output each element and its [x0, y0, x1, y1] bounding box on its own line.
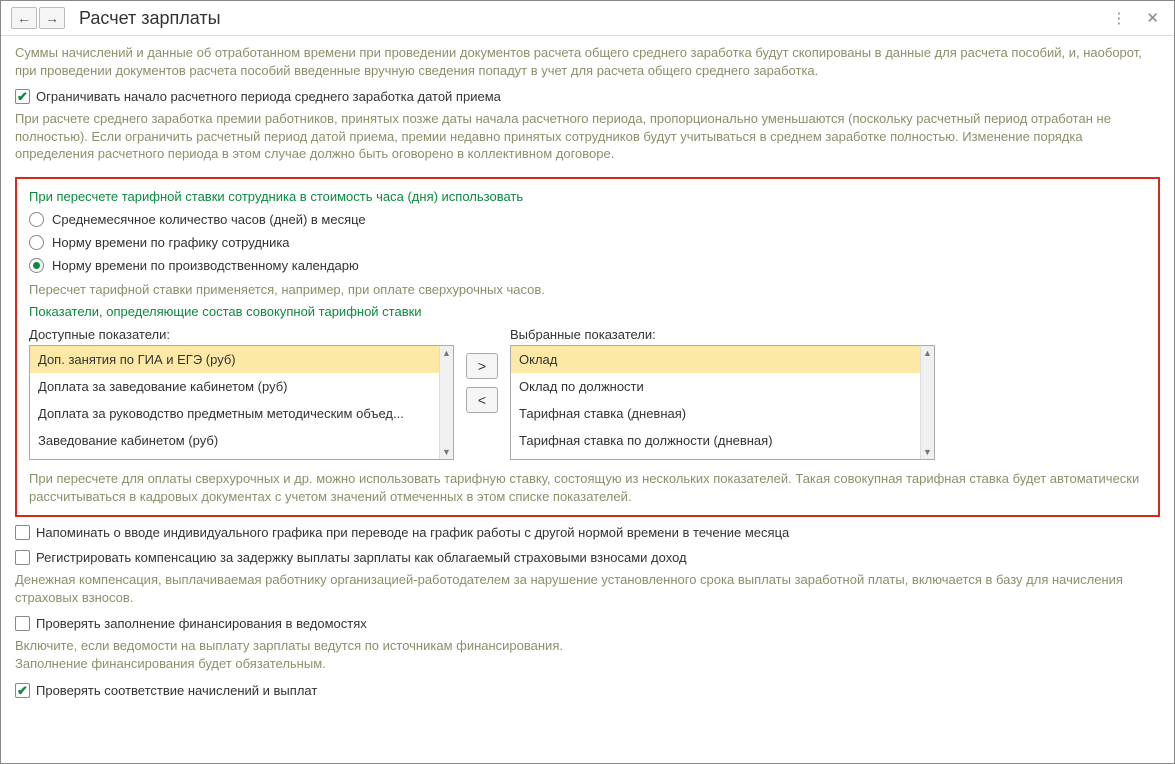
intro-text: Суммы начислений и данные об отработанно… — [15, 44, 1160, 79]
financing-check-label: Проверять заполнение финансирования в ве… — [36, 616, 367, 631]
content-area: Суммы начислений и данные об отработанно… — [1, 36, 1174, 758]
limit-check-row: ✔ Ограничивать начало расчетного периода… — [15, 89, 1160, 104]
scroll-down-icon[interactable]: ▼ — [923, 447, 932, 457]
selected-column: Выбранные показатели: Оклад Оклад по дол… — [510, 327, 935, 460]
available-label: Доступные показатели: — [29, 327, 454, 342]
page-title: Расчет зарплаты — [79, 8, 1106, 29]
scrollbar[interactable]: ▲ ▼ — [439, 346, 453, 459]
close-icon[interactable]: ✕ — [1141, 7, 1164, 29]
radio-month-avg[interactable] — [29, 212, 44, 227]
list-item[interactable]: Доплата за руководство предметным методи… — [30, 400, 439, 427]
radio-row-1: Среднемесячное количество часов (дней) в… — [29, 212, 1146, 227]
list-item[interactable]: Заведование кабинетом (руб) — [30, 427, 439, 454]
limit-checkbox[interactable]: ✔ — [15, 89, 30, 104]
selected-listbox[interactable]: Оклад Оклад по должности Тарифная ставка… — [510, 345, 935, 460]
available-column: Доступные показатели: Доп. занятия по ГИ… — [29, 327, 454, 460]
indicators-note: При пересчете для оплаты сверхурочных и … — [29, 470, 1146, 505]
dual-list: Доступные показатели: Доп. занятия по ГИ… — [29, 327, 1146, 460]
remind-check-row: Напоминать о вводе индивидуального графи… — [15, 525, 1160, 540]
radio-label-1: Среднемесячное количество часов (дней) в… — [52, 212, 366, 227]
compensation-note: Денежная компенсация, выплачиваемая рабо… — [15, 571, 1160, 606]
remind-check-label: Напоминать о вводе индивидуального графи… — [36, 525, 789, 540]
more-icon[interactable]: ⋮ — [1106, 7, 1131, 29]
move-buttons: > < — [466, 353, 498, 413]
header-actions: ⋮ ✕ — [1106, 7, 1164, 29]
radio-row-2: Норму времени по графику сотрудника — [29, 235, 1146, 250]
compensation-check-label: Регистрировать компенсацию за задержку в… — [36, 550, 687, 565]
scroll-up-icon[interactable]: ▲ — [923, 348, 932, 358]
indicators-title: Показатели, определяющие состав совокупн… — [29, 304, 1146, 319]
compensation-checkbox[interactable] — [15, 550, 30, 565]
radio-row-3: Норму времени по производственному кален… — [29, 258, 1146, 273]
scroll-down-icon[interactable]: ▼ — [442, 447, 451, 457]
radio-employee-schedule[interactable] — [29, 235, 44, 250]
limit-explain-text: При расчете среднего заработка премии ра… — [15, 110, 1160, 163]
radio-label-3: Норму времени по производственному кален… — [52, 258, 359, 273]
radio-production-calendar[interactable] — [29, 258, 44, 273]
match-check-row: ✔ Проверять соответствие начислений и вы… — [15, 683, 1160, 698]
available-listbox[interactable]: Доп. занятия по ГИА и ЕГЭ (руб) Доплата … — [29, 345, 454, 460]
list-item[interactable]: Тарифная ставка по должности (дневная) — [511, 427, 920, 454]
list-item[interactable]: Тарифная ставка (дневная) — [511, 400, 920, 427]
financing-note: Включите, если ведомости на выплату зарп… — [15, 637, 1160, 672]
list-item[interactable]: Оклад по должности — [511, 373, 920, 400]
move-left-button[interactable]: < — [466, 387, 498, 413]
radio-label-2: Норму времени по графику сотрудника — [52, 235, 290, 250]
list-item[interactable]: Доплата за заведование кабинетом (руб) — [30, 373, 439, 400]
match-check-label: Проверять соответствие начислений и выпл… — [36, 683, 317, 698]
selected-label: Выбранные показатели: — [510, 327, 935, 342]
back-button[interactable]: ← — [11, 7, 37, 29]
compensation-check-row: Регистрировать компенсацию за задержку в… — [15, 550, 1160, 565]
scroll-up-icon[interactable]: ▲ — [442, 348, 451, 358]
financing-check-row: Проверять заполнение финансирования в ве… — [15, 616, 1160, 631]
remind-checkbox[interactable] — [15, 525, 30, 540]
window-header: ← → Расчет зарплаты ⋮ ✕ — [1, 1, 1174, 36]
rate-section-box: При пересчете тарифной ставки сотрудника… — [15, 177, 1160, 518]
nav-buttons: ← → — [11, 7, 65, 29]
scrollbar[interactable]: ▲ ▼ — [920, 346, 934, 459]
list-item[interactable]: Доп. занятия по ГИА и ЕГЭ (руб) — [30, 346, 439, 373]
limit-check-label: Ограничивать начало расчетного периода с… — [36, 89, 501, 104]
rate-section-title: При пересчете тарифной ставки сотрудника… — [29, 189, 1146, 204]
match-checkbox[interactable]: ✔ — [15, 683, 30, 698]
rate-section-note: Пересчет тарифной ставки применяется, на… — [29, 281, 1146, 299]
forward-button[interactable]: → — [39, 7, 65, 29]
list-item[interactable]: Оклад — [511, 346, 920, 373]
financing-checkbox[interactable] — [15, 616, 30, 631]
move-right-button[interactable]: > — [466, 353, 498, 379]
